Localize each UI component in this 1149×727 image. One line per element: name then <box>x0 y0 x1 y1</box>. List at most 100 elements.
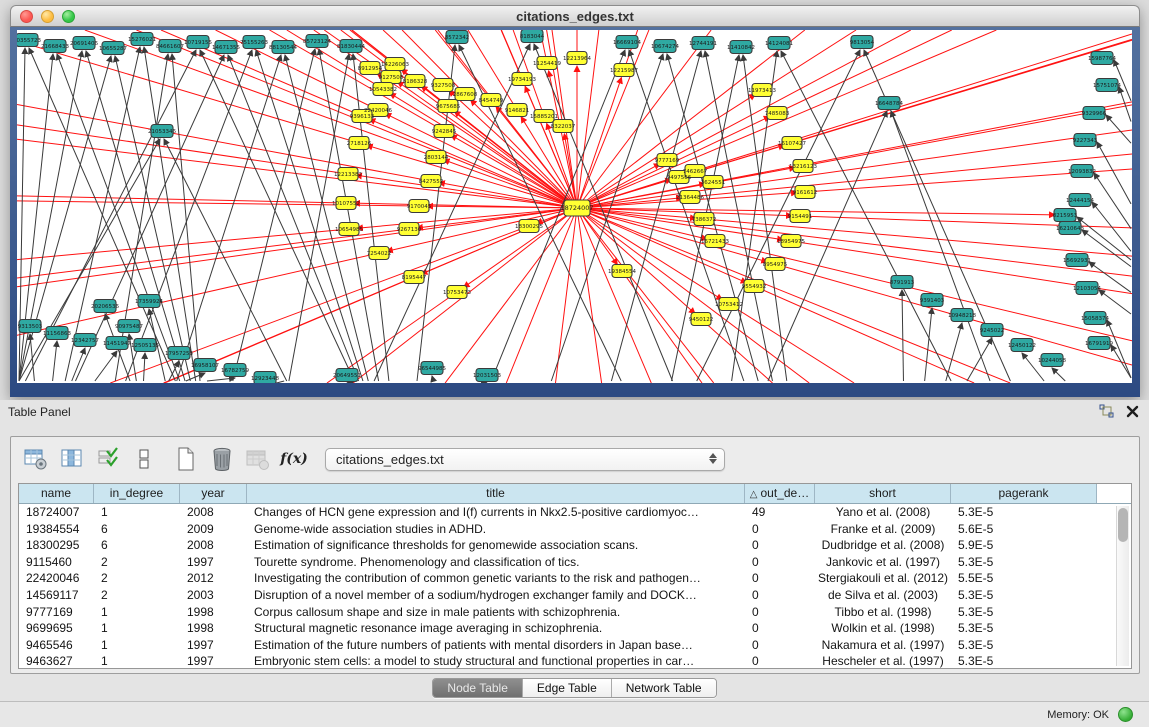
graph-edge-black[interactable] <box>228 55 359 381</box>
graph-edge-red[interactable] <box>17 253 379 335</box>
graph-edge-black[interactable] <box>743 55 787 381</box>
tab-edge-table[interactable]: Edge Table <box>523 679 612 697</box>
table-cell[interactable]: 0 <box>745 554 815 571</box>
graph-edge-black[interactable] <box>432 376 433 381</box>
column-header-short[interactable]: short <box>815 484 951 503</box>
table-cell[interactable]: 0 <box>745 587 815 604</box>
table-cell[interactable]: Corpus callosum shape and size in male p… <box>247 604 745 621</box>
table-cell[interactable]: 2003 <box>180 587 247 604</box>
row-height-icon[interactable] <box>129 445 159 473</box>
table-cell[interactable]: 6 <box>94 521 180 538</box>
table-cell[interactable]: Dudbridge et al. (2008) <box>815 537 951 554</box>
float-panel-icon[interactable] <box>1099 404 1114 418</box>
select-rows-icon[interactable] <box>93 445 123 473</box>
table-cell[interactable]: Stergiakouli et al. (2012) <box>815 570 951 587</box>
table-row[interactable]: 1872400712008Changes of HCN gene express… <box>19 504 1131 521</box>
table-cell[interactable]: 0 <box>745 521 815 538</box>
table-cell[interactable]: 1 <box>94 653 180 669</box>
table-cell[interactable]: 5.3E-5 <box>951 587 1097 604</box>
column-header-title[interactable]: title <box>247 484 745 503</box>
table-cell[interactable]: 2 <box>94 554 180 571</box>
table-cell[interactable]: Wolkin et al. (1998) <box>815 620 951 637</box>
table-cell[interactable]: 1 <box>94 504 180 521</box>
graph-edge-red[interactable] <box>17 41 359 143</box>
table-row[interactable]: 946554611997Estimation of the future num… <box>19 637 1131 654</box>
window-titlebar[interactable]: citations_edges.txt <box>10 5 1140 27</box>
memory-status-indicator[interactable] <box>1118 707 1133 722</box>
table-cell[interactable]: 49 <box>745 504 815 521</box>
column-header-outde[interactable]: △out_de… <box>745 484 815 503</box>
table-row[interactable]: 1830029562008Estimation of significance … <box>19 537 1131 554</box>
graph-edge-black[interactable] <box>551 54 663 381</box>
table-row[interactable]: 1456911722003Disruption of a novel membe… <box>19 587 1131 604</box>
table-cell[interactable]: 6 <box>94 537 180 554</box>
table-row[interactable]: 911546021997Tourette syndrome. Phenomeno… <box>19 554 1131 571</box>
table-cell[interactable]: Disruption of a novel member of a sodium… <box>247 587 745 604</box>
table-settings-icon[interactable] <box>21 445 51 473</box>
graph-edge-black[interactable] <box>1052 368 1065 381</box>
table-cell[interactable]: 9699695 <box>19 620 94 637</box>
graph-edge-black[interactable] <box>319 49 379 381</box>
graph-edge-red[interactable] <box>792 40 1132 143</box>
table-cell[interactable]: 5.3E-5 <box>951 637 1097 654</box>
table-cell[interactable]: 5.3E-5 <box>951 653 1097 669</box>
table-row[interactable]: 969969511998Structural magnetic resonanc… <box>19 620 1131 637</box>
table-cell[interactable]: 2 <box>94 570 180 587</box>
graph-edge-black[interactable] <box>207 378 235 381</box>
table-cell[interactable]: Structural magnetic resonance image aver… <box>247 620 745 637</box>
table-cell[interactable]: 5.3E-5 <box>951 604 1097 621</box>
table-cell[interactable]: 5.3E-5 <box>951 504 1097 521</box>
table-cell[interactable]: 2012 <box>180 570 247 587</box>
table-cell[interactable]: 5.9E-5 <box>951 537 1097 554</box>
citation-graph[interactable]: 2035572321668433206914061065528715276021… <box>17 30 1132 383</box>
graph-edge-black[interactable] <box>629 50 744 381</box>
graph-edge-black[interactable] <box>144 353 145 381</box>
table-cell[interactable]: 9777169 <box>19 604 94 621</box>
table-cell[interactable]: Yano et al. (2008) <box>815 504 951 521</box>
graph-edge-red[interactable] <box>695 34 1132 171</box>
close-panel-icon[interactable] <box>1126 405 1139 418</box>
table-cell[interactable]: 9465546 <box>19 637 94 654</box>
table-cell[interactable]: 2008 <box>180 537 247 554</box>
table-cell[interactable]: Tibbo et al. (1998) <box>815 604 951 621</box>
function-builder-icon[interactable]: f(x) <box>279 445 309 473</box>
table-cell[interactable]: 9115460 <box>19 554 94 571</box>
table-cell[interactable]: Genome-wide association studies in ADHD. <box>247 521 745 538</box>
table-cell[interactable]: 0 <box>745 620 815 637</box>
table-cell[interactable]: Nakamura et al. (1997) <box>815 637 951 654</box>
column-header-name[interactable]: name <box>19 484 94 503</box>
table-cell[interactable]: 22420046 <box>19 570 94 587</box>
table-cell[interactable]: 0 <box>745 604 815 621</box>
network-canvas[interactable]: 2035572321668433206914061065528715276021… <box>17 30 1132 383</box>
graph-edge-black[interactable] <box>902 290 903 381</box>
table-cell[interactable]: 1997 <box>180 653 247 669</box>
graph-edge-red[interactable] <box>369 119 577 208</box>
table-cell[interactable]: 14569117 <box>19 587 94 604</box>
graph-edge-red[interactable] <box>357 208 577 228</box>
graph-edge-black[interactable] <box>697 50 860 381</box>
table-cell[interactable]: Investigating the contribution of common… <box>247 570 745 587</box>
table-row[interactable]: 977716911998Corpus callosum shape and si… <box>19 604 1131 621</box>
table-cell[interactable]: 2009 <box>180 521 247 538</box>
graph-edge-black[interactable] <box>53 341 57 381</box>
graph-edge-red[interactable] <box>577 78 621 208</box>
table-cell[interactable]: Jankovic et al. (1997) <box>815 554 951 571</box>
table-cell[interactable]: 2 <box>94 587 180 604</box>
table-cell[interactable]: 1998 <box>180 604 247 621</box>
table-row[interactable]: 1938455462009Genome-wide association stu… <box>19 521 1131 538</box>
table-cell[interactable]: 5.6E-5 <box>951 521 1097 538</box>
table-cell[interactable]: 1997 <box>180 554 247 571</box>
graph-edge-black[interactable] <box>611 51 701 381</box>
graph-edge-red[interactable] <box>690 154 1132 197</box>
table-cell[interactable]: 5.5E-5 <box>951 570 1097 587</box>
graph-edge-red[interactable] <box>451 135 577 208</box>
tab-node-table[interactable]: Node Table <box>433 679 523 697</box>
column-header-indegree[interactable]: in_degree <box>94 484 180 503</box>
table-cell[interactable]: 2008 <box>180 504 247 521</box>
table-cell[interactable]: Hescheler et al. (1997) <box>815 653 951 669</box>
table-cell[interactable]: de Silva et al. (2003) <box>815 587 951 604</box>
graph-edge-black[interactable] <box>925 308 932 381</box>
tab-network-table[interactable]: Network Table <box>612 679 716 697</box>
graph-edge-black[interactable] <box>1099 290 1131 314</box>
graph-edge-black[interactable] <box>289 54 349 381</box>
